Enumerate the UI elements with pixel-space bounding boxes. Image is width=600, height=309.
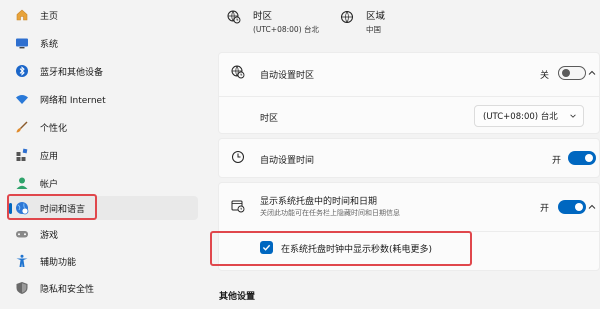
tray-time-description: 关闭此功能可在任务栏上隐藏时间和日期信息	[260, 209, 400, 217]
sidebar-item-home[interactable]: 主页	[8, 3, 198, 27]
timezone-summary-title: 时区	[253, 11, 273, 22]
sidebar-item-label: 应用	[40, 151, 59, 162]
tray-time-toggle[interactable]	[558, 200, 586, 214]
sidebar-item-label: 蓝牙和其他设备	[40, 67, 104, 78]
sidebar-item-accounts[interactable]: 帐户	[8, 171, 198, 195]
gamepad-icon	[14, 226, 30, 242]
sidebar-item-personalization[interactable]: 个性化	[8, 115, 198, 139]
sidebar-item-apps[interactable]: 应用	[8, 143, 198, 167]
auto-timezone-label: 自动设置时区	[260, 71, 315, 81]
chevron-down-icon	[569, 112, 577, 123]
globe-icon	[340, 10, 356, 26]
accessibility-icon	[14, 253, 30, 269]
other-settings-title: 其他设置	[219, 292, 256, 302]
auto-time-card: 自动设置时间 开	[218, 138, 600, 178]
brush-icon	[14, 119, 30, 135]
tray-time-state: 开	[540, 204, 550, 214]
sidebar-item-network[interactable]: 网络和 Internet	[8, 87, 198, 111]
home-icon	[14, 7, 30, 23]
sidebar-item-label: 帐户	[40, 179, 59, 190]
summary-header: 时区 (UTC+08:00) 台北 区域 中国	[210, 0, 600, 40]
auto-time-toggle[interactable]	[568, 151, 596, 165]
monitor-icon	[14, 35, 30, 51]
region-summary-value: 中国	[366, 25, 381, 34]
clock-icon	[231, 150, 247, 166]
main-content: 时区 (UTC+08:00) 台北 区域 中国 自动设置时区 关 时区 (UTC	[210, 0, 600, 309]
auto-timezone-state: 关	[540, 71, 550, 81]
wifi-icon	[14, 91, 30, 107]
sidebar-item-label: 隐私和安全性	[40, 284, 95, 295]
sidebar-item-label: 主页	[40, 11, 59, 22]
sidebar-item-label: 网络和 Internet	[40, 95, 106, 106]
timezone-summary: 时区 (UTC+08:00) 台北	[227, 8, 319, 35]
region-summary: 区域 中国	[340, 8, 385, 35]
sidebar-item-bluetooth[interactable]: 蓝牙和其他设备	[8, 59, 198, 83]
bluetooth-icon	[14, 63, 30, 79]
sidebar-item-gaming[interactable]: 游戏	[8, 222, 198, 246]
sidebar-item-label: 辅助功能	[40, 257, 77, 268]
auto-timezone-toggle[interactable]	[558, 66, 586, 80]
highlight-box-nav	[7, 194, 97, 220]
highlight-box-checkbox	[210, 231, 472, 266]
toggle-knob	[575, 203, 583, 211]
timezone-label: 时区	[260, 114, 279, 124]
sidebar-item-label: 系统	[40, 39, 59, 50]
auto-time-label: 自动设置时间	[260, 156, 315, 166]
timezone-dropdown-value: (UTC+08:00) 台北	[483, 112, 558, 122]
sidebar-item-accessibility[interactable]: 辅助功能	[8, 249, 198, 273]
sidebar-item-label: 游戏	[40, 230, 59, 241]
chevron-up-icon[interactable]	[587, 68, 597, 78]
shield-icon	[14, 280, 30, 296]
auto-time-state: 开	[552, 156, 562, 166]
globe-clock-icon	[231, 65, 247, 81]
toggle-knob	[585, 154, 593, 162]
calendar-clock-icon	[231, 199, 247, 215]
chevron-up-icon[interactable]	[587, 202, 597, 212]
timezone-summary-value: (UTC+08:00) 台北	[253, 25, 320, 34]
sidebar-item-privacy[interactable]: 隐私和安全性	[8, 276, 198, 300]
apps-icon	[14, 147, 30, 163]
timezone-dropdown[interactable]: (UTC+08:00) 台北	[474, 105, 584, 127]
sidebar-item-system[interactable]: 系统	[8, 31, 198, 55]
divider	[219, 96, 599, 97]
sidebar-item-label: 个性化	[40, 123, 68, 134]
sidebar: 主页 系统 蓝牙和其他设备 网络和 Internet 个性化 应用 帐户 时间和…	[0, 0, 210, 309]
toggle-knob	[562, 69, 570, 77]
region-summary-title: 区域	[366, 11, 386, 22]
globe-clock-icon	[227, 10, 243, 26]
tray-time-label: 显示系统托盘中的时间和日期	[260, 197, 378, 207]
auto-timezone-card: 自动设置时区 关 时区 (UTC+08:00) 台北	[218, 52, 600, 134]
person-icon	[14, 175, 30, 191]
